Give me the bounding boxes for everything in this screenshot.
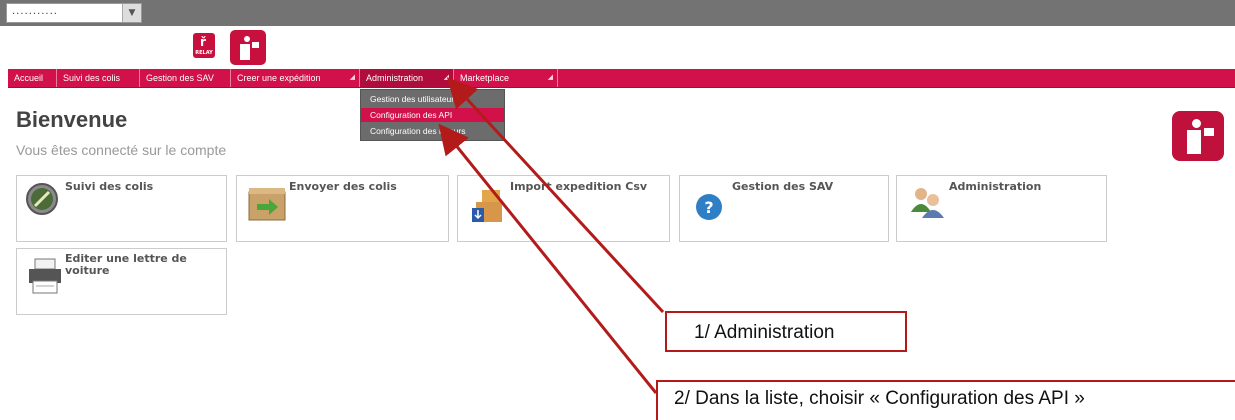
arrow-to-configuration-api bbox=[438, 123, 658, 394]
annotation-arrows bbox=[438, 77, 665, 394]
arrow-to-administration bbox=[446, 77, 665, 314]
